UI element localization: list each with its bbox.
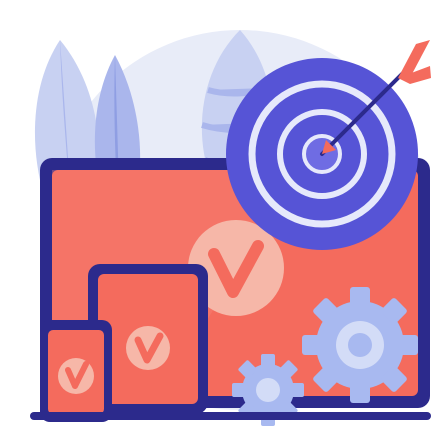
target-devices-illustration bbox=[30, 30, 431, 426]
gear-icon bbox=[302, 287, 418, 403]
phone-device bbox=[40, 320, 112, 422]
illustration-scene bbox=[0, 0, 431, 426]
base-line bbox=[30, 412, 431, 420]
